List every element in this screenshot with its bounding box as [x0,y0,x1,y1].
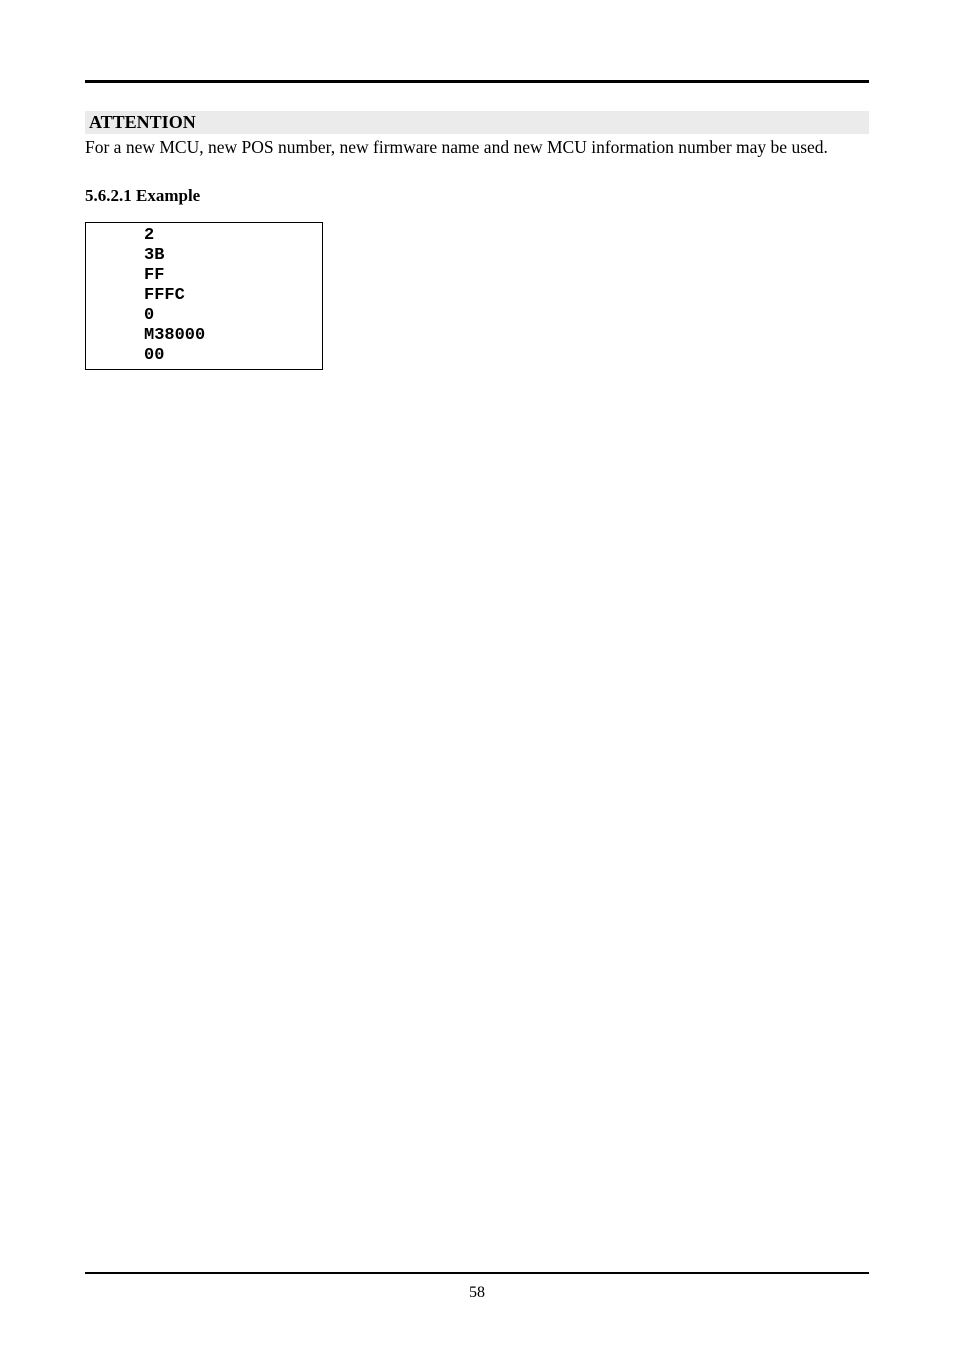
page-footer: 58 [85,1272,869,1303]
code-example-box: 2 3B FF FFFC 0 M38000 00 [85,222,323,370]
attention-body: For a new MCU, new POS number, new firmw… [85,136,869,160]
code-line: M38000 [144,326,205,345]
code-line: FF [144,266,164,285]
code-line: 2 [144,226,154,245]
code-line: 00 [144,346,164,365]
code-line: 0 [144,306,154,325]
example-subheading: 5.6.2.1 Example [85,186,869,206]
attention-heading: ATTENTION [85,111,869,134]
code-line: FFFC [144,286,185,305]
bottom-horizontal-rule [85,1272,869,1275]
section-number: 5.6.2.1 [85,186,132,205]
page-number: 58 [85,1284,869,1302]
code-line: 3B [144,246,164,265]
section-title: Example [136,186,200,205]
top-horizontal-rule [85,80,869,83]
